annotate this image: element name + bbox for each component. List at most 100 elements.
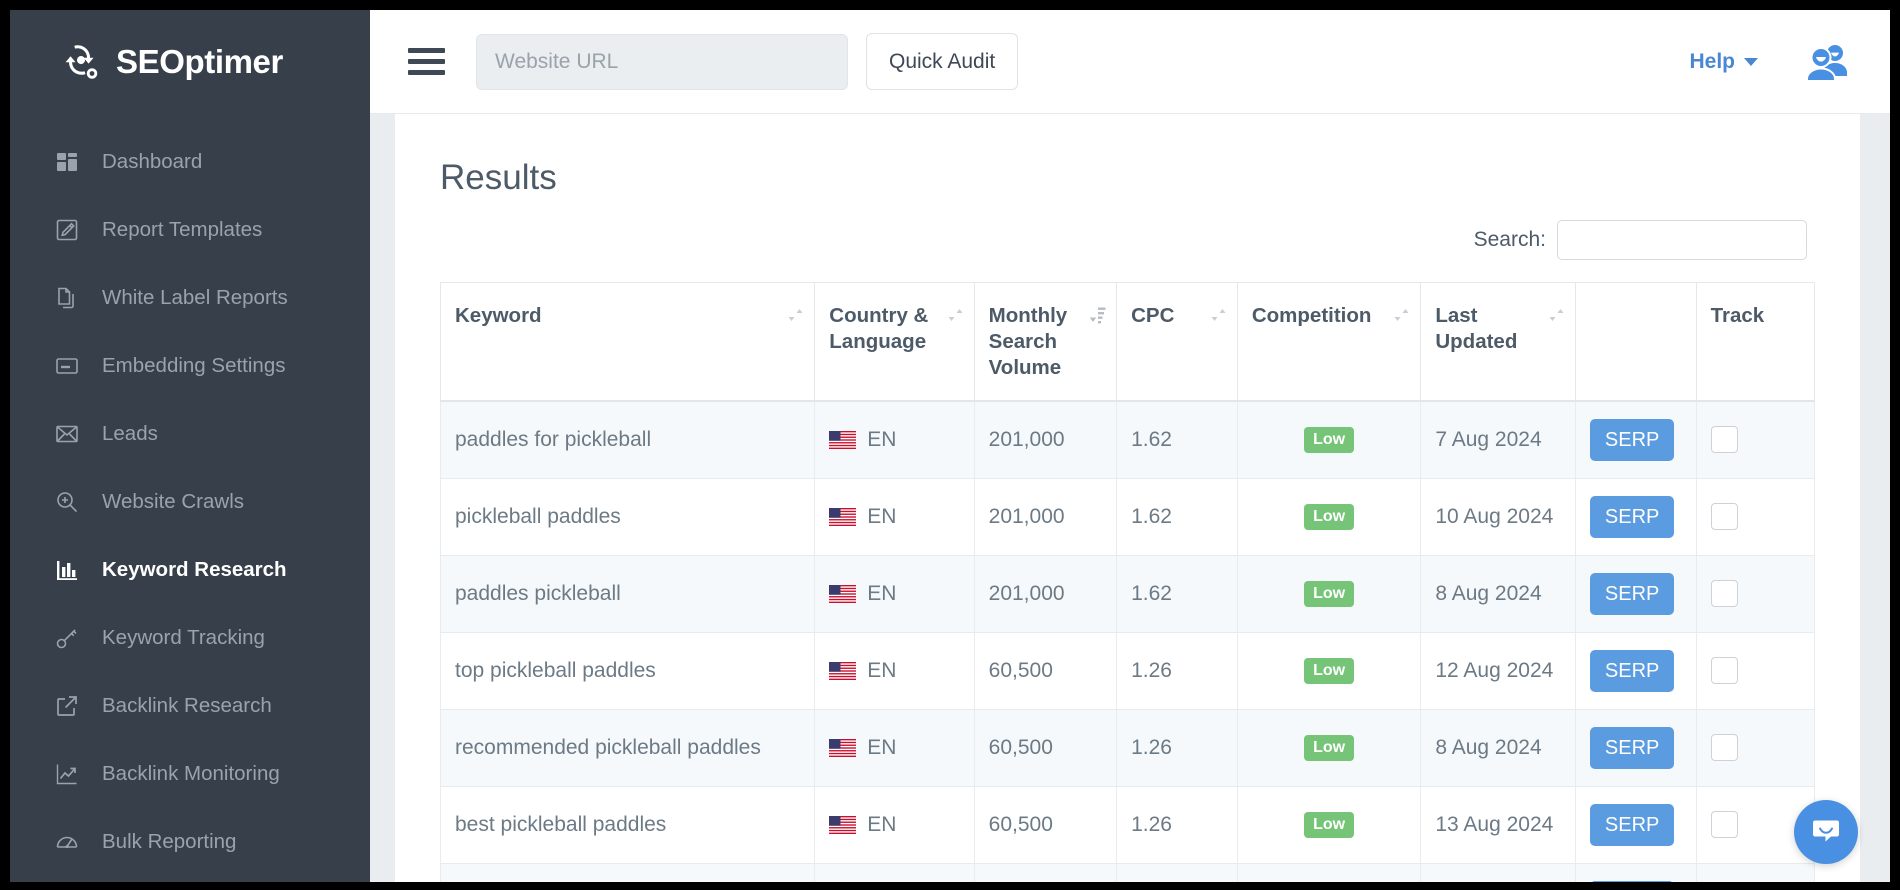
competition-badge: Low: [1304, 735, 1354, 761]
sidebar-item-label: Leads: [102, 422, 158, 446]
cell-competition: Low: [1237, 632, 1421, 709]
cell-search-volume-text: 201,000: [989, 505, 1065, 528]
sidebar: SEOptimer Dashboard Report Templates Whi: [10, 10, 370, 882]
sidebar-item-white-label-reports[interactable]: White Label Reports: [10, 264, 370, 332]
track-checkbox[interactable]: [1711, 734, 1738, 761]
sidebar-item-embedding-settings[interactable]: Embedding Settings: [10, 332, 370, 400]
competition-badge: Low: [1304, 812, 1354, 838]
cell-cpc-text: 1.26: [1131, 813, 1172, 836]
sidebar-item-dashboard[interactable]: Dashboard: [10, 128, 370, 196]
sidebar-item-backlink-monitoring[interactable]: Backlink Monitoring: [10, 740, 370, 808]
sidebar-item-keyword-research[interactable]: Keyword Research: [10, 536, 370, 604]
cell-search-volume: 60,500: [974, 786, 1116, 863]
cell-keyword: best pickleball paddles: [441, 786, 815, 863]
cell-last-updated-text: 8 Aug 2024: [1435, 582, 1541, 605]
sidebar-item-label: Backlink Research: [102, 694, 272, 718]
sidebar-item-website-crawls[interactable]: Website Crawls: [10, 468, 370, 536]
cell-competition: Low: [1237, 555, 1421, 632]
cell-country-language: EN: [815, 709, 974, 786]
sort-both-icon: [787, 305, 804, 325]
table-body: paddles for pickleballEN201,0001.62Low7 …: [441, 401, 1815, 883]
cell-cpc: 1.26: [1117, 709, 1238, 786]
cell-track: [1696, 709, 1814, 786]
column-header-label: Track: [1711, 303, 1800, 329]
cell-last-updated-text: 10 Aug 2024: [1435, 505, 1553, 528]
table-search-row: Search:: [440, 220, 1815, 260]
cell-serp: SERP: [1575, 863, 1696, 882]
track-checkbox[interactable]: [1711, 503, 1738, 530]
language-code: EN: [867, 659, 896, 682]
sidebar-item-bulk-reporting[interactable]: Bulk Reporting: [10, 808, 370, 876]
sidebar-item-backlink-research[interactable]: Backlink Research: [10, 672, 370, 740]
serp-button[interactable]: SERP: [1590, 573, 1674, 615]
sidebar-item-label: Keyword Tracking: [102, 626, 265, 650]
cell-search-volume: 201,000: [974, 555, 1116, 632]
serp-button[interactable]: SERP: [1590, 804, 1674, 846]
sidebar-item-keyword-tracking[interactable]: Keyword Tracking: [10, 604, 370, 672]
cell-competition: Low: [1237, 478, 1421, 555]
website-url-input[interactable]: [476, 34, 848, 90]
cell-country-language: EN: [815, 863, 974, 882]
competition-badge: Low: [1304, 658, 1354, 684]
cell-last-updated: 8 Aug 2024: [1421, 555, 1576, 632]
track-checkbox[interactable]: [1711, 811, 1738, 838]
help-menu[interactable]: Help: [1689, 50, 1758, 74]
page-title: Results: [440, 144, 1815, 198]
sidebar-item-report-templates[interactable]: Report Templates: [10, 196, 370, 264]
sidebar-item-leads[interactable]: Leads: [10, 400, 370, 468]
track-checkbox[interactable]: [1711, 426, 1738, 453]
column-header-competition[interactable]: Competition: [1237, 283, 1421, 401]
competition-badge: Low: [1304, 504, 1354, 530]
hamburger-icon[interactable]: [408, 42, 448, 82]
track-checkbox[interactable]: [1711, 580, 1738, 607]
sidebar-item-label: Backlink Monitoring: [102, 762, 280, 786]
language-code: EN: [867, 813, 896, 836]
table-row: best pickleball paddles EN 60,500 1.26 Low 13…: [441, 786, 1815, 863]
serp-button[interactable]: SERP: [1590, 419, 1674, 461]
us-flag-icon: [829, 505, 862, 528]
brand-name: SEOptimer: [116, 43, 283, 81]
intercom-chat-button[interactable]: [1794, 800, 1858, 864]
competition-badge: Low: [1304, 427, 1354, 453]
cell-cpc: 1.62: [1117, 555, 1238, 632]
main-area: Quick Audit Help: [370, 10, 1890, 882]
column-header-monthly-search-volume[interactable]: Monthly Search Volume: [974, 283, 1116, 401]
content-area: Results Search: Keyword: [370, 114, 1890, 882]
cell-search-volume-text: 60,500: [989, 736, 1053, 759]
serp-button[interactable]: SERP: [1590, 881, 1674, 883]
line-chart-up-icon: [54, 761, 80, 787]
search-input[interactable]: [1557, 220, 1807, 260]
cell-search-volume: 201,000: [974, 478, 1116, 555]
quick-audit-button[interactable]: Quick Audit: [866, 33, 1018, 90]
search-label: Search:: [1474, 228, 1546, 252]
cell-last-updated-text: 13 Aug 2024: [1435, 813, 1553, 836]
top-bar: Quick Audit Help: [370, 10, 1890, 114]
external-link-icon: [54, 693, 80, 719]
cell-last-updated: 10 Aug 2024: [1421, 863, 1576, 882]
cell-competition: Low: [1237, 709, 1421, 786]
column-header-keyword[interactable]: Keyword: [441, 283, 815, 401]
serp-button[interactable]: SERP: [1590, 650, 1674, 692]
cell-country-language: EN: [815, 786, 974, 863]
sort-both-icon: [1548, 305, 1565, 325]
column-header-country-language[interactable]: Country & Language: [815, 283, 974, 401]
cell-cpc: 1.26: [1117, 632, 1238, 709]
cell-keyword-text: paddles for pickleball: [455, 428, 651, 451]
sidebar-item-label: Dashboard: [102, 150, 202, 174]
sidebar-item-label: Embedding Settings: [102, 354, 285, 378]
track-checkbox[interactable]: [1711, 657, 1738, 684]
serp-button[interactable]: SERP: [1590, 727, 1674, 769]
cell-keyword: paddles for pickleball: [441, 401, 815, 479]
serp-button[interactable]: SERP: [1590, 496, 1674, 538]
sidebar-item-label: Keyword Research: [102, 558, 287, 582]
cell-cpc: 1.26: [1117, 786, 1238, 863]
cell-track: [1696, 555, 1814, 632]
cell-search-volume: 201,000: [974, 401, 1116, 479]
brand-logo-link[interactable]: SEOptimer: [10, 10, 370, 114]
column-header-cpc[interactable]: CPC: [1117, 283, 1238, 401]
cell-keyword: pickleball paddles: [441, 478, 815, 555]
cell-last-updated: 12 Aug 2024: [1421, 632, 1576, 709]
column-header-last-updated[interactable]: Last Updated: [1421, 283, 1576, 401]
users-avatar-icon[interactable]: [1804, 42, 1850, 82]
cell-country-language: EN: [815, 555, 974, 632]
